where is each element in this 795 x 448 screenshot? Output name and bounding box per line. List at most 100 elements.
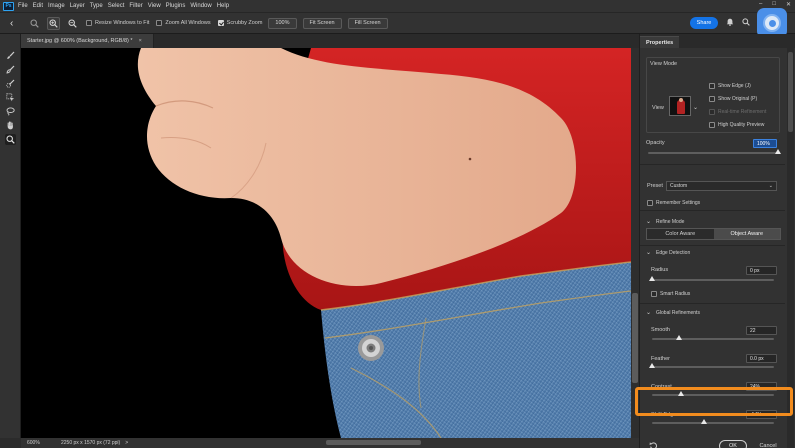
vertical-scroll-thumb[interactable] <box>632 293 638 383</box>
checkbox-box <box>709 83 715 89</box>
smooth-slider-handle[interactable] <box>675 335 682 340</box>
real-time-refinement-checkbox[interactable]: Real-time Refinement <box>709 109 766 115</box>
view-label: View <box>652 105 664 111</box>
feather-label: Feather <box>651 356 670 362</box>
zoom-100-button[interactable]: 100% <box>268 17 297 29</box>
document-canvas[interactable] <box>21 48 631 438</box>
feather-slider-handle[interactable] <box>649 363 655 368</box>
radius-field[interactable]: 0 px <box>746 266 777 275</box>
feather-slider-track[interactable] <box>652 366 774 368</box>
menu-plugins[interactable]: Plugins <box>166 3 186 9</box>
quick-selection-icon[interactable] <box>5 78 16 89</box>
global-refinements-title: Global Refinements <box>656 309 700 316</box>
maximize-button[interactable]: □ <box>772 1 776 8</box>
preset-label: Preset <box>647 183 663 189</box>
radius-slider-track[interactable] <box>652 279 774 281</box>
horizontal-scroll-thumb[interactable] <box>326 440 421 445</box>
shift-edge-slider-handle[interactable] <box>701 419 708 424</box>
preset-dropdown[interactable]: Custom ⌄ <box>666 181 777 191</box>
opacity-slider-track[interactable] <box>648 152 778 154</box>
canvas-vertical-scrollbar[interactable] <box>631 48 639 438</box>
hand-tool-icon[interactable] <box>5 120 16 131</box>
menu-bar: Ps File Edit Image Layer Type Select Fil… <box>0 0 795 12</box>
smooth-field[interactable]: 22 <box>746 326 777 335</box>
document-dimensions: 2250 px x 1570 px (72 ppi) <box>61 440 121 446</box>
shift-edge-highlight <box>635 387 793 416</box>
menu-help[interactable]: Help <box>217 3 229 9</box>
zoom-in-icon[interactable] <box>47 16 60 30</box>
lasso-tool-icon[interactable] <box>5 106 16 117</box>
window-controls: – □ ✕ <box>759 1 791 8</box>
cancel-button[interactable]: Cancel <box>754 440 782 448</box>
menu-filter[interactable]: Filter <box>129 3 142 9</box>
bell-icon[interactable] <box>726 18 734 28</box>
menu-file[interactable]: File <box>18 3 28 9</box>
feather-field[interactable]: 0.0 px <box>746 354 777 363</box>
menu-view[interactable]: View <box>148 3 161 9</box>
smooth-slider-track[interactable] <box>652 338 774 340</box>
opacity-field[interactable]: 100% <box>753 139 777 148</box>
minimize-button[interactable]: – <box>759 1 762 8</box>
menu-edit[interactable]: Edit <box>33 3 43 9</box>
close-tab-icon[interactable]: × <box>139 38 142 44</box>
shift-edge-slider-track[interactable] <box>652 422 774 424</box>
color-aware-button[interactable]: Color Aware <box>647 229 714 239</box>
refine-brush-icon[interactable] <box>5 64 16 75</box>
opacity-label: Opacity <box>646 140 665 146</box>
show-edge-label: Show Edge (J) <box>718 83 751 89</box>
global-refinements-section[interactable]: ⌄ Global Refinements <box>646 309 700 317</box>
view-mode-title: View Mode <box>650 61 678 67</box>
view-mode-thumbnail[interactable] <box>669 96 691 116</box>
checkbox-box <box>156 20 163 26</box>
reset-icon[interactable] <box>649 441 658 448</box>
menu-image[interactable]: Image <box>48 3 65 9</box>
menu-type[interactable]: Type <box>90 3 103 9</box>
resize-windows-checkbox[interactable]: Resize Windows to Fit <box>86 20 149 26</box>
edge-detection-section[interactable]: ⌄ Edge Detection <box>646 249 690 257</box>
properties-panel: Properties View Mode View ⌄ Show Edge (J… <box>639 34 795 448</box>
refine-mode-section[interactable]: ⌄ Refine Mode <box>646 218 684 226</box>
zoom-tool-icon[interactable] <box>28 17 41 30</box>
options-bar: ‹ Resize Windows to Fit Zoom All Windows… <box>0 12 795 34</box>
remember-settings-label: Remember Settings <box>656 200 701 206</box>
remember-settings-checkbox[interactable]: Remember Settings <box>647 200 700 206</box>
object-selection-icon[interactable] <box>5 92 16 103</box>
brush-tool-icon[interactable] <box>5 50 16 61</box>
search-icon[interactable] <box>742 18 750 28</box>
tab-strip <box>154 34 639 48</box>
panel-scroll-thumb[interactable] <box>788 52 793 132</box>
opacity-slider-handle[interactable] <box>775 149 781 154</box>
scrubby-zoom-checkbox[interactable]: Scrubby Zoom <box>217 20 262 26</box>
zoom-tool-icon[interactable] <box>5 134 16 145</box>
menu-select[interactable]: Select <box>108 3 125 9</box>
status-menu-arrow[interactable]: > <box>125 440 128 446</box>
chevron-down-icon[interactable]: ⌄ <box>693 104 698 111</box>
object-aware-button[interactable]: Object Aware <box>713 229 780 239</box>
checkbox-box <box>709 96 715 102</box>
checkbox-box <box>86 20 92 26</box>
checkbox-box <box>647 200 653 206</box>
ok-button[interactable]: OK <box>719 440 747 448</box>
menu-window[interactable]: Window <box>190 3 211 9</box>
zoom-level[interactable]: 600% <box>27 440 57 446</box>
document-tab[interactable]: Starter.jpg @ 600% (Background, RGB/8) *… <box>21 34 154 48</box>
tab-properties[interactable]: Properties <box>640 36 680 48</box>
menu-layer[interactable]: Layer <box>70 3 85 9</box>
back-arrow-icon[interactable]: ‹ <box>10 18 22 29</box>
share-button[interactable]: Share <box>690 17 718 29</box>
resize-windows-label: Resize Windows to Fit <box>95 20 150 26</box>
smart-radius-checkbox[interactable]: Smart Radius <box>651 291 690 297</box>
tools-panel <box>0 34 21 438</box>
fill-screen-button[interactable]: Fill Screen <box>347 17 388 29</box>
zoom-all-windows-checkbox[interactable]: Zoom All Windows <box>156 20 211 26</box>
divider <box>640 303 785 304</box>
close-window-button[interactable]: ✕ <box>786 1 791 8</box>
show-original-checkbox[interactable]: Show Original (P) <box>709 96 757 102</box>
photoshop-logo: Ps <box>3 1 14 11</box>
radius-slider-handle[interactable] <box>649 276 655 281</box>
show-edge-checkbox[interactable]: Show Edge (J) <box>709 83 751 89</box>
fit-screen-button[interactable]: Fit Screen <box>302 17 342 29</box>
checkbox-box <box>651 291 657 297</box>
high-quality-preview-checkbox[interactable]: High Quality Preview <box>709 122 764 128</box>
zoom-out-icon[interactable] <box>66 17 79 30</box>
